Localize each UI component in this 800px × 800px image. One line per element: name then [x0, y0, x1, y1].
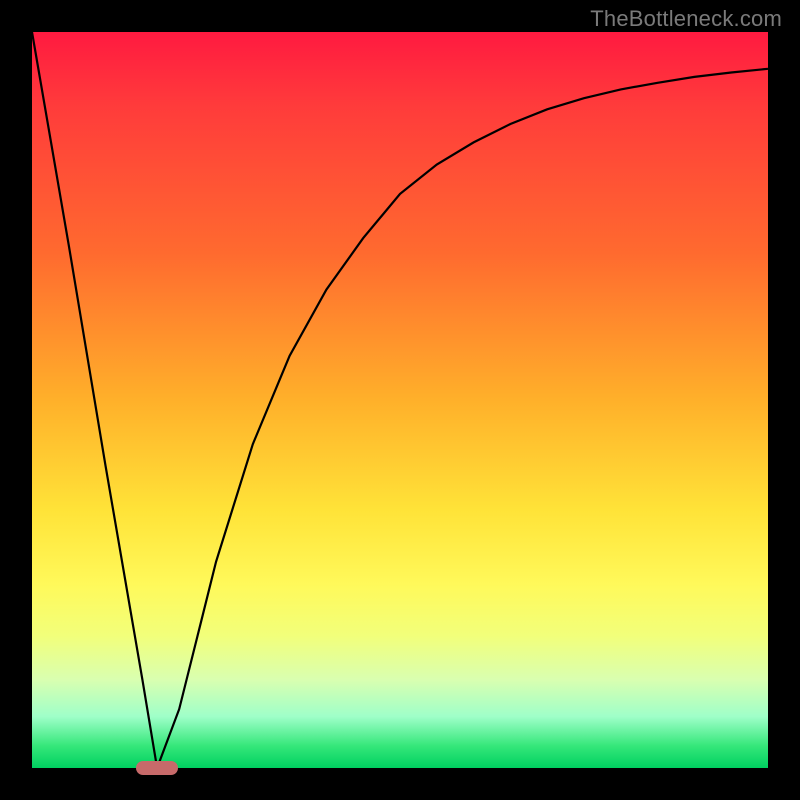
chart-frame: TheBottleneck.com: [0, 0, 800, 800]
curve-path: [32, 32, 768, 768]
optimal-marker: [136, 761, 178, 775]
gradient-plot-area: [32, 32, 768, 768]
bottleneck-curve: [32, 32, 768, 768]
watermark-text: TheBottleneck.com: [590, 6, 782, 32]
